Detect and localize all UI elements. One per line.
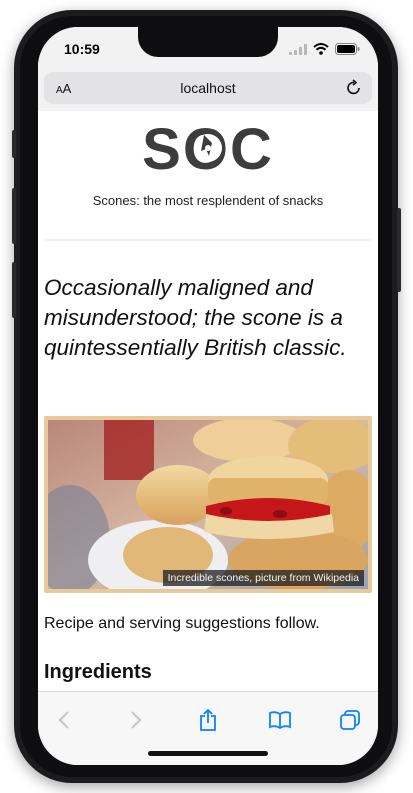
- signal-icon: [289, 42, 307, 60]
- forward-icon[interactable]: [122, 706, 150, 734]
- divider: [44, 239, 372, 241]
- scone-icon: [194, 134, 222, 162]
- back-icon[interactable]: [50, 706, 78, 734]
- soc-logo: SOC: [142, 121, 272, 177]
- bookmarks-icon[interactable]: [266, 706, 294, 734]
- mute-switch: [12, 130, 16, 158]
- scones-figure: Incredible scones, picture from Wikipedi…: [44, 416, 372, 593]
- volume-up-button: [12, 188, 16, 244]
- status-time: 10:59: [64, 41, 100, 57]
- battery-icon: [335, 42, 360, 60]
- tagline: Scones: the most resplendent of snacks: [92, 193, 324, 208]
- lead-paragraph: Occasionally maligned and misunderstood;…: [44, 275, 347, 360]
- reload-icon[interactable]: [346, 79, 362, 101]
- wifi-icon: [313, 42, 329, 60]
- scones-photo: [48, 420, 368, 589]
- url-text[interactable]: localhost: [44, 80, 372, 96]
- address-bar[interactable]: AAAA localhost: [44, 72, 372, 104]
- phone-screen: 10:59 AA localhost Scones: the most resp…: [38, 27, 378, 765]
- tabs-icon[interactable]: [336, 706, 364, 734]
- logo: SOC: [38, 121, 378, 177]
- home-indicator[interactable]: [148, 751, 268, 756]
- recipe-intro: Recipe and serving suggestions follow.: [44, 615, 320, 632]
- power-button: [397, 208, 401, 292]
- notch: [138, 27, 278, 57]
- share-icon[interactable]: [194, 706, 222, 734]
- page-content: SOC Scones: the most resplendent of snac…: [38, 111, 378, 691]
- ingredients-heading: Ingredients: [44, 661, 152, 683]
- volume-down-button: [12, 262, 16, 318]
- image-caption: Incredible scones, picture from Wikipedi…: [162, 570, 364, 586]
